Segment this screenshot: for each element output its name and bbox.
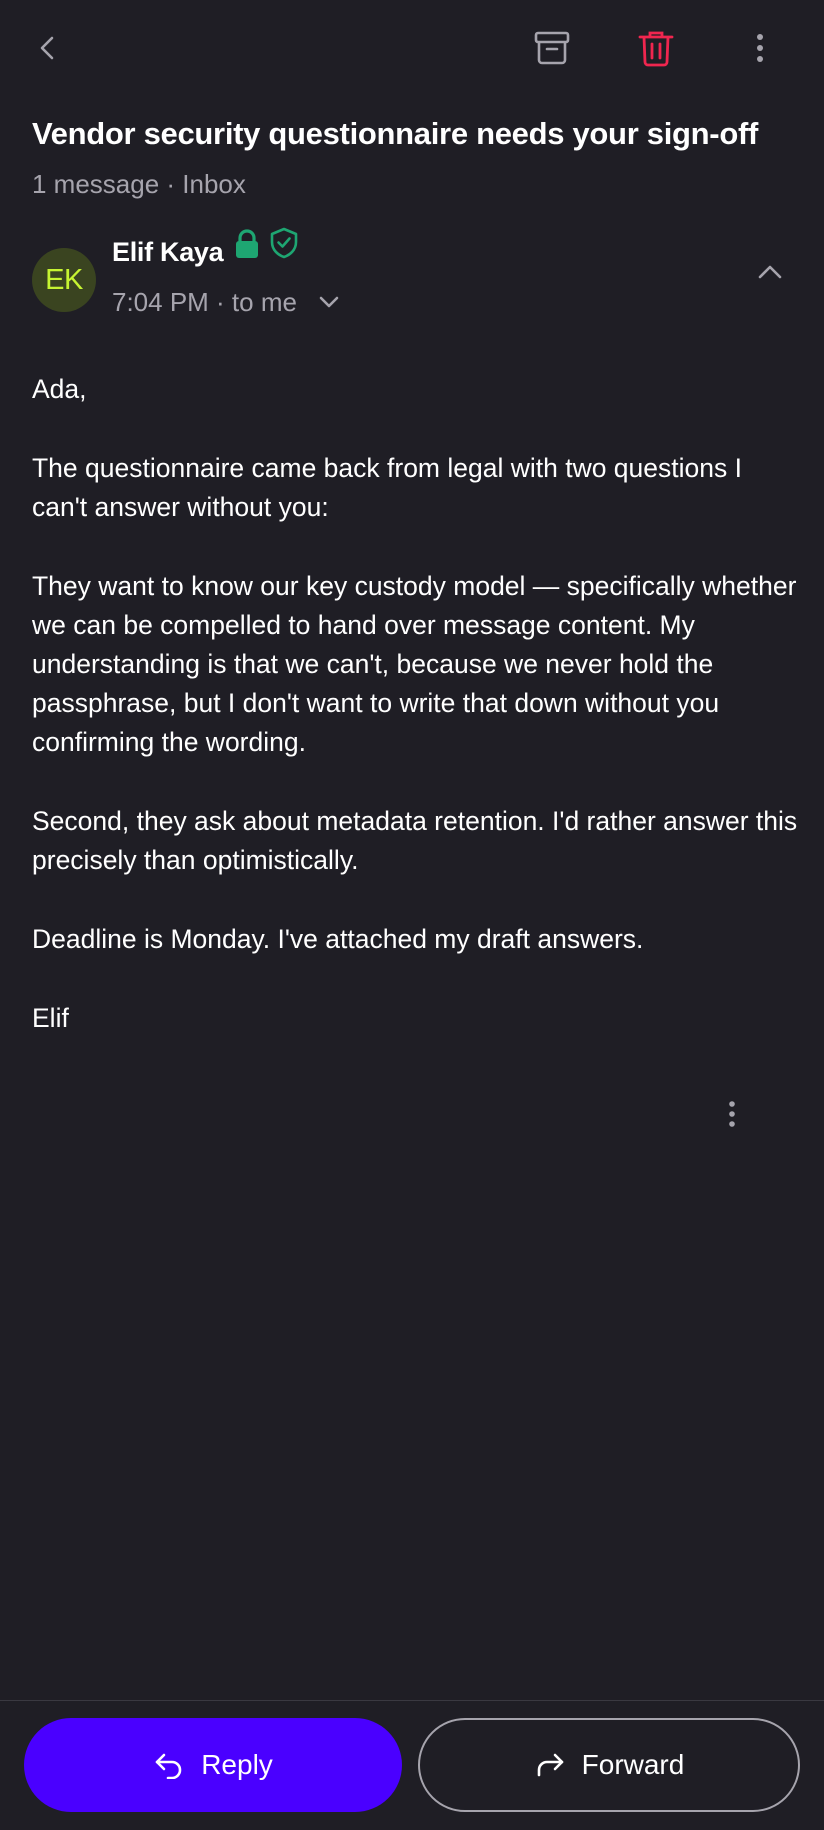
time-recipient-text: 7:04 PM · to me (112, 287, 297, 317)
back-button[interactable] (24, 24, 72, 72)
forward-icon (534, 1749, 566, 1781)
collapse-message-button[interactable] (748, 250, 792, 294)
lock-icon (236, 229, 258, 258)
body-paragraph: Ada, (32, 374, 87, 404)
reply-button[interactable]: Reply (24, 1718, 402, 1812)
shield-check-icon (270, 227, 298, 259)
body-paragraph: The questionnaire came back from legal w… (32, 453, 742, 522)
message-more-button[interactable] (712, 1090, 752, 1138)
body-paragraph: Deadline is Monday. I've attached my dra… (32, 924, 644, 954)
more-vertical-icon (729, 1101, 735, 1127)
message-body: Ada, The questionnaire came back from le… (32, 370, 802, 1078)
toolbar (0, 0, 824, 96)
message-header[interactable]: EK Elif Kaya 7:04 PM · to me (32, 227, 792, 328)
email-subject: Vendor security questionnaire needs your… (32, 116, 759, 151)
chevron-up-icon (758, 265, 782, 279)
delete-button[interactable] (632, 24, 680, 72)
archive-icon (534, 31, 570, 65)
more-options-button[interactable] (736, 24, 784, 72)
chevron-left-icon (40, 36, 54, 60)
forward-label: Forward (581, 1749, 685, 1780)
forward-button[interactable]: Forward (418, 1718, 800, 1812)
chevron-down-icon (319, 296, 339, 308)
more-vertical-icon (757, 34, 763, 62)
message-time-recipient: 7:04 PM · to me (112, 282, 343, 322)
archive-button[interactable] (528, 24, 576, 72)
avatar: EK (32, 248, 96, 312)
reply-label: Reply (201, 1749, 273, 1780)
trash-icon (638, 31, 674, 67)
sender-name: Elif Kaya (112, 237, 224, 267)
show-recipients-toggle[interactable] (315, 288, 343, 316)
action-bar-divider (0, 1700, 824, 1701)
body-paragraph: Second, they ask about metadata retentio… (32, 806, 798, 875)
body-signature: Elif (32, 1003, 69, 1033)
reply-icon (153, 1749, 185, 1781)
body-paragraph: They want to know our key custody model … (32, 571, 797, 757)
conversation-meta: 1 message · Inbox (32, 169, 246, 199)
